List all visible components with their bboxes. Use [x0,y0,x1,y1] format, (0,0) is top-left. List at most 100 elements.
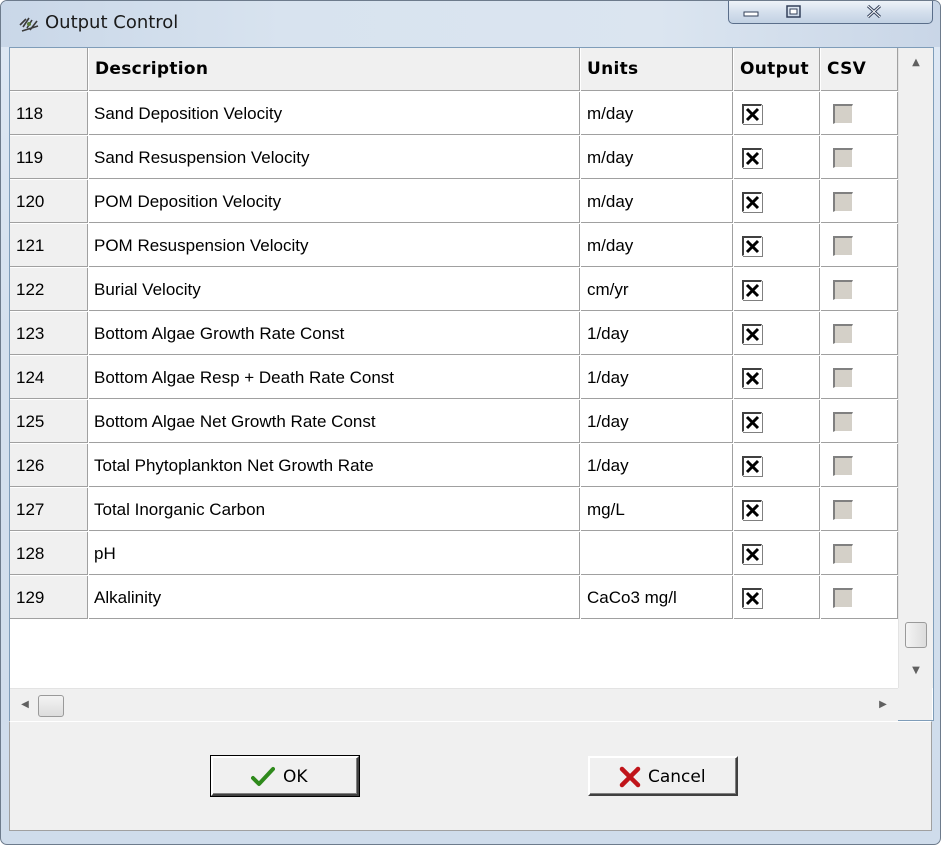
row-number: 128 [10,532,88,575]
csv-checkbox[interactable] [833,456,853,476]
scroll-up-arrow-icon[interactable]: ▲ [899,48,933,78]
csv-cell [821,576,898,619]
maximize-button[interactable] [772,1,817,24]
units-cell[interactable]: cm/yr [581,268,733,311]
csv-checkbox[interactable] [833,368,853,388]
button-panel: OK Cancel [9,721,932,831]
table-row[interactable]: 119 Sand Resuspension Velocity m/day [10,136,898,180]
close-button[interactable] [816,1,933,24]
scroll-left-arrow-icon[interactable]: ◀ [10,689,40,721]
checkbox-x-icon [745,547,760,562]
output-checkbox[interactable] [742,500,762,520]
csv-checkbox[interactable] [833,324,853,344]
row-number: 124 [10,356,88,399]
checkbox-x-icon [745,327,760,342]
table-row[interactable]: 118 Sand Deposition Velocity m/day [10,92,898,136]
units-cell[interactable]: m/day [581,224,733,267]
description-cell[interactable]: Bottom Algae Resp + Death Rate Const [89,356,580,399]
header-csv[interactable]: CSV [821,48,898,91]
units-cell[interactable]: m/day [581,136,733,179]
caption-buttons [728,1,934,24]
units-cell[interactable]: 1/day [581,400,733,443]
units-cell[interactable]: 1/day [581,312,733,355]
units-cell[interactable]: m/day [581,180,733,223]
table-row[interactable]: 128 pH [10,532,898,576]
description-cell[interactable]: POM Resuspension Velocity [89,224,580,267]
output-checkbox[interactable] [742,324,762,344]
checkbox-x-icon [745,459,760,474]
csv-checkbox[interactable] [833,500,853,520]
units-cell[interactable]: 1/day [581,444,733,487]
table-row[interactable]: 120 POM Deposition Velocity m/day [10,180,898,224]
output-checkbox[interactable] [742,368,762,388]
csv-checkbox[interactable] [833,148,853,168]
cancel-button[interactable]: Cancel [588,756,738,796]
output-checkbox[interactable] [742,412,762,432]
horizontal-scrollbar[interactable]: ◀ ▶ [10,688,898,721]
csv-checkbox[interactable] [833,412,853,432]
header-output[interactable]: Output [734,48,820,91]
table-row[interactable]: 121 POM Resuspension Velocity m/day [10,224,898,268]
description-cell[interactable]: pH [89,532,580,575]
header-units[interactable]: Units [581,48,733,91]
output-checkbox[interactable] [742,192,762,212]
csv-checkbox[interactable] [833,588,853,608]
table-row[interactable]: 125 Bottom Algae Net Growth Rate Const 1/d… [10,400,898,444]
output-checkbox[interactable] [742,236,762,256]
description-cell[interactable]: Sand Resuspension Velocity [89,136,580,179]
description-cell[interactable]: Bottom Algae Net Growth Rate Const [89,400,580,443]
minimize-button[interactable] [728,1,774,24]
units-cell[interactable]: CaCo3 mg/l [581,576,733,619]
table-row[interactable]: 126 Total Phytoplankton Net Growth Rate 1/… [10,444,898,488]
description-cell[interactable]: Total Phytoplankton Net Growth Rate [89,444,580,487]
csv-checkbox[interactable] [833,236,853,256]
table-row[interactable]: 129 Alkalinity CaCo3 mg/l [10,576,898,620]
csv-checkbox[interactable] [833,544,853,564]
description-cell[interactable]: POM Deposition Velocity [89,180,580,223]
units-cell[interactable]: mg/L [581,488,733,531]
scrollbar-corner [898,688,932,720]
output-checkbox[interactable] [742,280,762,300]
description-cell[interactable]: Alkalinity [89,576,580,619]
title-bar[interactable]: Output Control [1,1,940,47]
csv-checkbox[interactable] [833,104,853,124]
csv-cell [821,444,898,487]
description-cell[interactable]: Total Inorganic Carbon [89,488,580,531]
description-cell[interactable]: Sand Deposition Velocity [89,92,580,135]
row-number: 129 [10,576,88,619]
output-checkbox[interactable] [742,104,762,124]
units-cell[interactable]: 1/day [581,356,733,399]
csv-cell [821,268,898,311]
output-checkbox[interactable] [742,588,762,608]
vertical-scroll-thumb[interactable] [905,622,927,648]
header-description[interactable]: Description [89,48,580,91]
checkbox-x-icon [745,371,760,386]
csv-cell [821,312,898,355]
output-checkbox[interactable] [742,544,762,564]
units-cell[interactable]: m/day [581,92,733,135]
description-cell[interactable]: Bottom Algae Growth Rate Const [89,312,580,355]
table-row[interactable]: 123 Bottom Algae Growth Rate Const 1/day [10,312,898,356]
units-cell[interactable] [581,532,733,575]
horizontal-scroll-thumb[interactable] [38,695,64,717]
ok-button[interactable]: OK [210,755,360,797]
vertical-scrollbar[interactable]: ▲ ▼ [898,48,933,688]
csv-checkbox[interactable] [833,192,853,212]
scroll-right-arrow-icon[interactable]: ▶ [868,689,898,721]
checkbox-x-icon [745,195,760,210]
csv-checkbox[interactable] [833,280,853,300]
output-cell [734,312,820,355]
table-row[interactable]: 127 Total Inorganic Carbon mg/L [10,488,898,532]
scroll-down-arrow-icon[interactable]: ▼ [899,656,933,686]
checkbox-x-icon [745,503,760,518]
close-icon [866,4,882,19]
description-cell[interactable]: Burial Velocity [89,268,580,311]
output-cell [734,356,820,399]
output-checkbox[interactable] [742,148,762,168]
output-cell [734,92,820,135]
table-row[interactable]: 124 Bottom Algae Resp + Death Rate Const 1… [10,356,898,400]
table-row[interactable]: 122 Burial Velocity cm/yr [10,268,898,312]
ok-button-label: OK [283,767,308,787]
output-checkbox[interactable] [742,456,762,476]
header-row-number [10,48,88,91]
